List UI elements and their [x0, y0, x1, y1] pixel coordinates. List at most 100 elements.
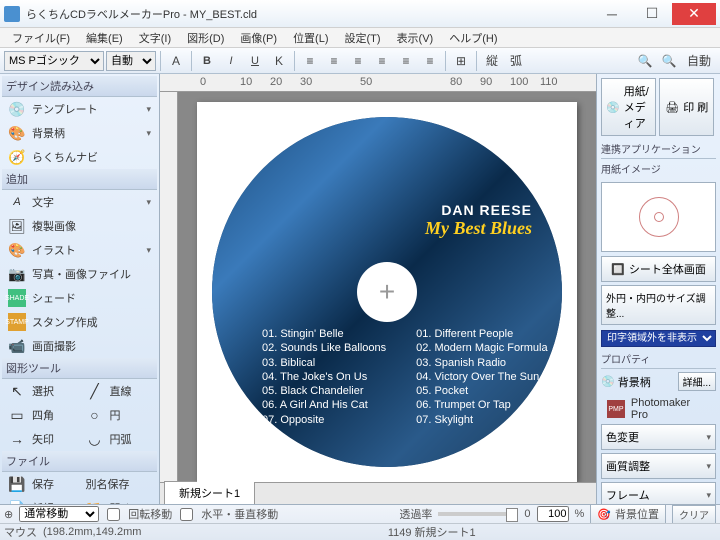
detail-button[interactable]: 詳細... — [678, 372, 716, 391]
sidebar-photofile[interactable]: 📷写真・画像ファイル — [2, 262, 157, 286]
menu-file[interactable]: ファイル(F) — [4, 28, 78, 47]
align-middle-button[interactable]: ≡ — [395, 50, 417, 72]
rotate-checkbox[interactable] — [107, 508, 120, 521]
align-top-button[interactable]: ≡ — [371, 50, 393, 72]
sidebar-illust[interactable]: 🎨イラスト▾ — [2, 238, 157, 262]
sidebar-bg[interactable]: 🎨背景柄▾ — [2, 121, 157, 145]
tool-arrow[interactable]: →矢印 — [2, 427, 80, 451]
circle-adjust-button[interactable]: 外円・内円のサイズ調整... — [601, 285, 716, 325]
menu-edit[interactable]: 編集(E) — [78, 28, 131, 47]
display-option-select[interactable]: 印字領域外を非表示 — [601, 330, 716, 347]
ruler-vertical — [160, 92, 178, 482]
file-new[interactable]: 📄新規 — [2, 496, 80, 504]
titlebar: らくちんCDラベルメーカーPro - MY_BEST.cld ─ ☐ ✕ — [0, 0, 720, 28]
menubar: ファイル(F) 編集(E) 文字(I) 図形(D) 画像(P) 位置(L) 設定… — [0, 28, 720, 48]
section-file: ファイル — [2, 451, 157, 472]
menu-text[interactable]: 文字(I) — [131, 28, 179, 47]
tool-select[interactable]: ↖選択 — [2, 379, 80, 403]
move-mode-select[interactable]: 通常移動 — [19, 506, 99, 522]
sidebar-stamp[interactable]: STAMPスタンプ作成 — [2, 310, 157, 334]
tool-circle[interactable]: ○円 — [80, 403, 158, 427]
vertical-text-button[interactable]: 縦 — [481, 50, 503, 72]
font-toolbar: MS Pゴシック 自動 A B I U K ≡ ≡ ≡ ≡ ≡ ≡ ⊞ 縦 弧 … — [0, 48, 720, 74]
font-size-select[interactable]: 自動 — [106, 51, 156, 71]
frame-button[interactable]: フレーム▾ — [601, 482, 716, 504]
sheet-tab-1[interactable]: 新規シート1 — [164, 481, 255, 504]
bold-button[interactable]: B — [196, 50, 218, 72]
minimize-button[interactable]: ─ — [592, 3, 632, 25]
file-save[interactable]: 💾保存 — [2, 472, 80, 496]
canvas-area: 0102030508090100110 DAN REESE My Best Bl… — [160, 74, 596, 504]
font-family-select[interactable]: MS Pゴシック — [4, 51, 104, 71]
media-icon: 💿 — [606, 101, 620, 114]
sidebar-text[interactable]: A文字▾ — [2, 190, 157, 214]
menu-shape[interactable]: 図形(D) — [179, 28, 232, 47]
clear-button[interactable]: クリア — [672, 505, 716, 524]
photo-icon: 📷 — [8, 265, 26, 283]
zoom-out-button[interactable]: 🔍 — [658, 50, 680, 72]
color-change-button[interactable]: 色変更▾ — [601, 424, 716, 450]
section-design: デザイン読み込み — [2, 76, 157, 97]
bgpos-button[interactable]: 🎯背景位置 — [590, 504, 666, 524]
fit-button[interactable]: ⊞ — [450, 50, 472, 72]
menu-image[interactable]: 画像(P) — [232, 28, 285, 47]
main-area: デザイン読み込み 💿テンプレート▾ 🎨背景柄▾ 🧭らくちんナビ 追加 A文字▾ … — [0, 74, 720, 504]
photomaker-icon: PMP — [607, 400, 625, 418]
file-saveas[interactable]: 別名保存 — [80, 472, 158, 496]
tool-arc[interactable]: ◡円弧 — [80, 427, 158, 451]
file-open[interactable]: 📂開く — [80, 496, 158, 504]
app-icon — [4, 6, 20, 22]
paper: DAN REESE My Best Blues + 01. Stingin' B… — [197, 102, 577, 482]
zoom-in-button[interactable]: 🔍 — [634, 50, 656, 72]
sidebar-dupimg[interactable]: 🖼複製画像 — [2, 214, 157, 238]
align-left-button[interactable]: ≡ — [299, 50, 321, 72]
zoom-input[interactable] — [537, 506, 569, 522]
menu-view[interactable]: 表示(V) — [389, 28, 442, 47]
sheet-full-button[interactable]: 🔲シート全体画面 — [601, 256, 716, 282]
hv-checkbox[interactable] — [180, 508, 193, 521]
strike-button[interactable]: K — [268, 50, 290, 72]
sheet-tabs: 新規シート1 — [160, 482, 596, 504]
mouse-label: マウス — [4, 524, 37, 540]
bg-disc-icon: 💿 — [601, 375, 615, 388]
font-color-button[interactable]: A — [165, 50, 187, 72]
stamp-icon: STAMP — [8, 313, 26, 331]
bg-icon: 🎨 — [8, 124, 26, 142]
maximize-button[interactable]: ☐ — [632, 3, 672, 25]
align-center-button[interactable]: ≡ — [323, 50, 345, 72]
mouse-position: (198.2mm,149.2mm — [43, 526, 141, 538]
paper-preview — [601, 182, 716, 252]
media-button[interactable]: 💿用紙/メディア — [601, 78, 656, 136]
zoom-auto-button[interactable]: 自動 — [682, 50, 716, 72]
sidebar-template[interactable]: 💿テンプレート▾ — [2, 97, 157, 121]
cd-label[interactable]: DAN REESE My Best Blues + 01. Stingin' B… — [212, 117, 562, 467]
sidebar-shade[interactable]: SHADEシェード — [2, 286, 157, 310]
close-button[interactable]: ✕ — [672, 3, 716, 25]
print-button[interactable]: 🖨印 刷 — [659, 78, 714, 136]
arc-text-button[interactable]: 弧 — [505, 50, 527, 72]
align-bottom-button[interactable]: ≡ — [419, 50, 441, 72]
underline-button[interactable]: U — [244, 50, 266, 72]
ruler-horizontal: 0102030508090100110 — [160, 74, 596, 92]
menu-help[interactable]: ヘルプ(H) — [441, 28, 505, 47]
align-right-button[interactable]: ≡ — [347, 50, 369, 72]
print-icon: 🖨 — [665, 101, 679, 114]
tool-rect[interactable]: ▭四角 — [2, 403, 80, 427]
mode-icon[interactable]: ⊕ — [4, 508, 13, 521]
menu-position[interactable]: 位置(L) — [285, 28, 336, 47]
quality-button[interactable]: 画質調整▾ — [601, 453, 716, 479]
opacity-slider[interactable] — [438, 512, 518, 516]
canvas[interactable]: DAN REESE My Best Blues + 01. Stingin' B… — [178, 92, 596, 482]
right-panel: 💿用紙/メディア 🖨印 刷 連携アプリケーション 用紙イメージ 🔲シート全体画面… — [596, 74, 720, 504]
italic-button[interactable]: I — [220, 50, 242, 72]
props-label: プロパティ — [601, 349, 716, 369]
menu-settings[interactable]: 設定(T) — [337, 28, 389, 47]
sidebar-navi[interactable]: 🧭らくちんナビ — [2, 145, 157, 169]
photomaker-link[interactable]: PMPPhotomaker Pro — [601, 394, 716, 424]
tool-line[interactable]: ╱直線 — [80, 379, 158, 403]
statusbar: ⊕ 通常移動 回転移動 水平・垂直移動 透過率 0 % 🎯背景位置 クリア マウ… — [0, 504, 720, 540]
sidebar-capture[interactable]: 📹画面撮影 — [2, 334, 157, 358]
save-icon: 💾 — [8, 475, 26, 493]
bg-label: 背景柄 — [618, 374, 675, 390]
tracklist: 01. Stingin' Belle 02. Sounds Like Ballo… — [262, 327, 512, 427]
